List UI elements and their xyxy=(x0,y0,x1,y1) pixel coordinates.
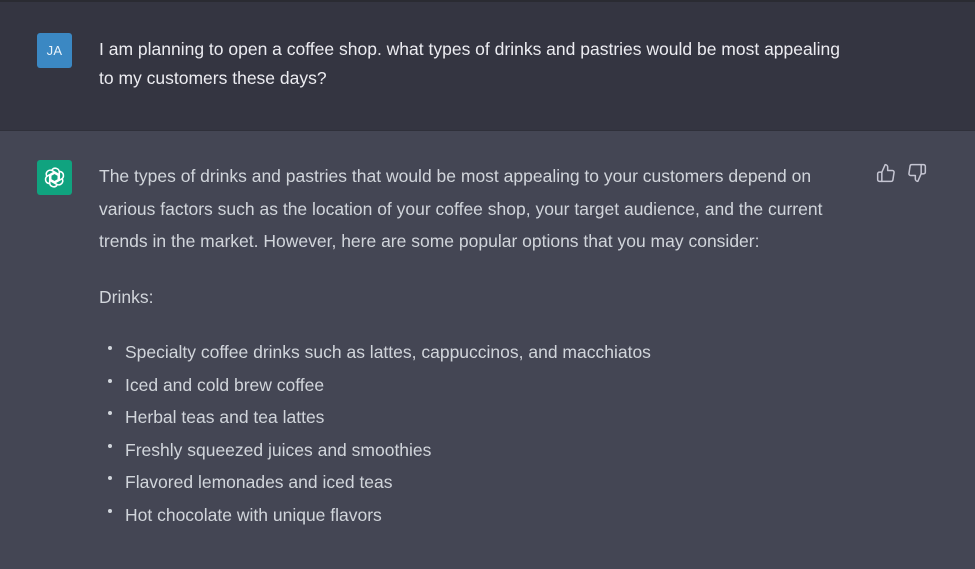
bullet-icon xyxy=(108,476,112,480)
list-item-text: Flavored lemonades and iced teas xyxy=(125,472,393,492)
list-item: Hot chocolate with unique flavors xyxy=(99,499,869,532)
assistant-avatar xyxy=(37,160,72,195)
list-item-text: Freshly squeezed juices and smoothies xyxy=(125,439,432,460)
bullet-icon xyxy=(108,378,112,383)
assistant-message-content: The types of drinks and pastries that wo… xyxy=(99,160,869,531)
thumbs-up-button[interactable] xyxy=(876,163,896,183)
list-item-text: Herbal teas and tea lattes xyxy=(125,407,325,427)
list-item: Flavored lemonades and iced teas xyxy=(99,466,869,499)
bullet-icon xyxy=(108,508,112,513)
assistant-intro-paragraph: The types of drinks and pastries that wo… xyxy=(99,166,823,251)
bullet-icon xyxy=(108,411,112,415)
assistant-message-row: The types of drinks and pastries that wo… xyxy=(0,131,975,569)
list-item-text: Specialty coffee drinks such as lattes, … xyxy=(125,342,651,362)
list-item: Freshly squeezed juices and smoothies xyxy=(99,434,869,467)
user-message-row: JA I am planning to open a coffee shop. … xyxy=(0,2,975,131)
user-message-text: I am planning to open a coffee shop. wha… xyxy=(99,39,840,88)
user-avatar: JA xyxy=(37,33,72,68)
bullet-icon xyxy=(108,346,112,350)
bullet-icon xyxy=(108,443,112,448)
list-item: Iced and cold brew coffee xyxy=(99,369,869,402)
thumbs-up-icon xyxy=(876,163,896,187)
drinks-section-label: Drinks: xyxy=(99,286,154,307)
list-item-text: Iced and cold brew coffee xyxy=(125,374,325,395)
thumbs-down-button[interactable] xyxy=(907,163,927,183)
list-item-text: Hot chocolate with unique flavors xyxy=(125,504,382,525)
list-item: Specialty coffee drinks such as lattes, … xyxy=(99,336,869,369)
list-item: Herbal teas and tea lattes xyxy=(99,401,869,434)
thumbs-down-icon xyxy=(907,163,927,187)
drinks-list: Specialty coffee drinks such as lattes, … xyxy=(99,336,869,531)
